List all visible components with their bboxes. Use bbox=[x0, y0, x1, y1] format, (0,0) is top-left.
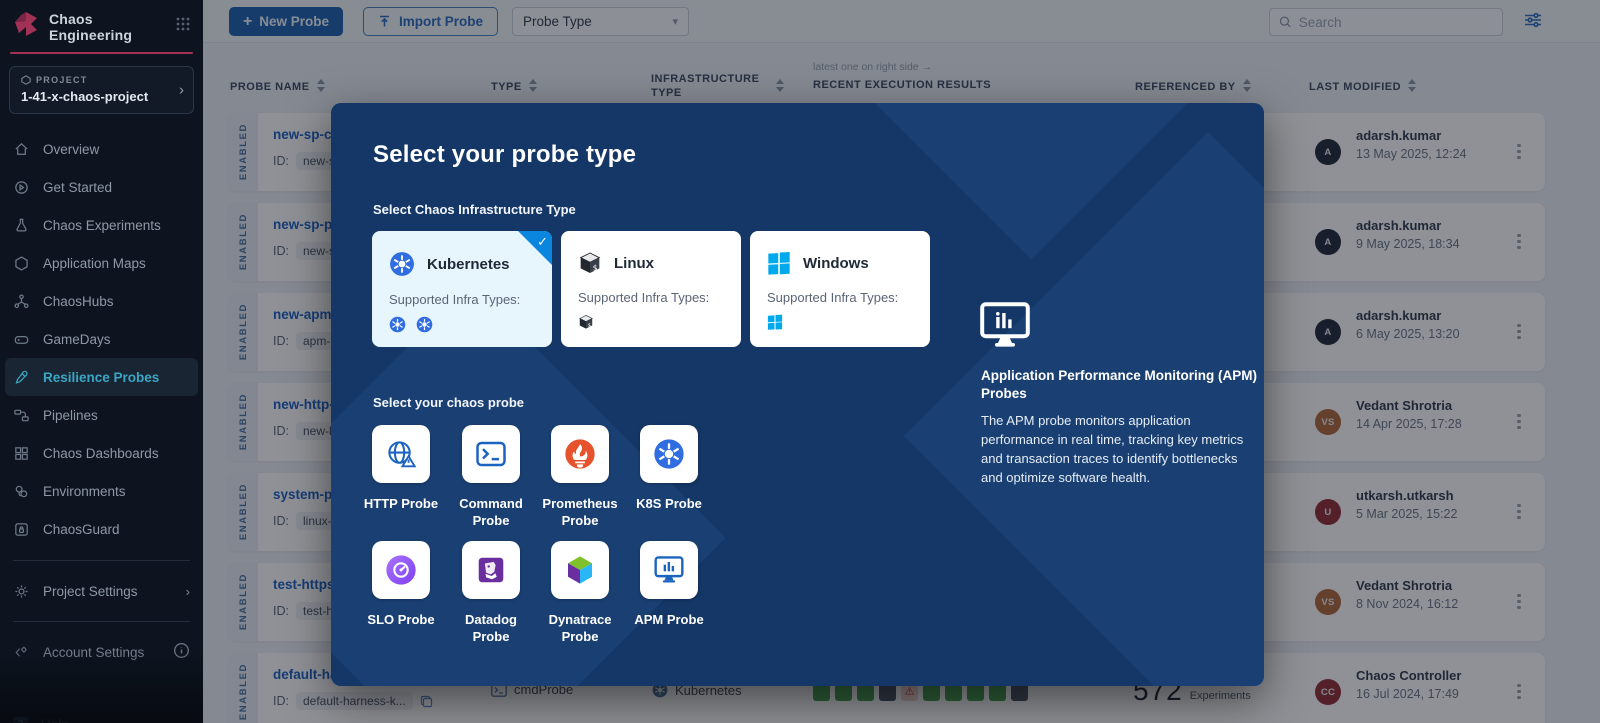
sidebar-item-environments[interactable]: Environments bbox=[0, 472, 203, 510]
prometheus-probe-icon bbox=[564, 438, 596, 470]
get-started-icon bbox=[13, 179, 30, 196]
account-gear-icon bbox=[13, 644, 30, 661]
gamepad-icon bbox=[13, 331, 30, 348]
probe-tile-label: Dynatrace Probe bbox=[541, 611, 619, 645]
brand-underline bbox=[10, 52, 193, 54]
supported-infra-icons bbox=[372, 307, 552, 333]
chevron-right-icon: › bbox=[179, 82, 184, 99]
sidebar-item-chaosguard[interactable]: ChaosGuard bbox=[0, 510, 203, 548]
linux-icon: $ bbox=[578, 251, 602, 275]
sidebar-item-application-maps[interactable]: Application Maps bbox=[0, 244, 203, 282]
probe-icon bbox=[13, 369, 30, 386]
infra-section-label: Select Chaos Infrastructure Type bbox=[373, 202, 576, 217]
sidebar-divider bbox=[13, 560, 190, 561]
kubernetes-icon bbox=[389, 251, 415, 277]
sidebar-item-chaos-experiments[interactable]: Chaos Experiments bbox=[0, 206, 203, 244]
flask-icon bbox=[13, 217, 30, 234]
environments-icon bbox=[13, 483, 30, 500]
probe-tile-label: Command Probe bbox=[452, 495, 530, 529]
probe-tile-label: Datadog Probe bbox=[452, 611, 530, 645]
hexagon-icon bbox=[13, 255, 30, 272]
supported-infra-icons: $ bbox=[561, 305, 741, 330]
svg-text:$: $ bbox=[588, 323, 591, 329]
probe-tile-prometheus[interactable] bbox=[551, 425, 609, 483]
apm-probe-icon bbox=[653, 555, 685, 585]
dynatrace-probe-icon bbox=[564, 554, 596, 586]
check-icon: ✓ bbox=[537, 234, 548, 250]
info-icon bbox=[173, 642, 190, 662]
modal-title: Select your probe type bbox=[373, 141, 636, 169]
sidebar-header: Chaos Engineering bbox=[0, 0, 203, 51]
sidebar-divider bbox=[13, 621, 190, 622]
sidebar-nav: Overview Get Started Chaos Experiments A… bbox=[0, 130, 203, 548]
project-selector[interactable]: PROJECT 1-41-x-chaos-project › bbox=[9, 66, 194, 114]
linux-icon: $ bbox=[578, 314, 594, 330]
sidebar-item-account-settings[interactable]: Account Settings bbox=[0, 634, 203, 670]
probe-tile-command[interactable] bbox=[462, 425, 520, 483]
project-label: PROJECT bbox=[36, 75, 88, 85]
sidebar-item-chaos-dashboards[interactable]: Chaos Dashboards bbox=[0, 434, 203, 472]
probe-tile-slo[interactable] bbox=[372, 541, 430, 599]
probe-tile-datadog[interactable] bbox=[462, 541, 520, 599]
hub-icon bbox=[13, 293, 30, 310]
probe-tile-apm[interactable] bbox=[640, 541, 698, 599]
apm-info-description: The APM probe monitors application perfo… bbox=[981, 411, 1259, 487]
supported-infra-icons bbox=[750, 305, 930, 330]
sidebar-item-get-started[interactable]: Get Started bbox=[0, 168, 203, 206]
gear-icon bbox=[13, 583, 30, 600]
home-icon bbox=[13, 141, 30, 158]
probe-tile-http[interactable] bbox=[372, 425, 430, 483]
pipelines-icon bbox=[13, 407, 30, 424]
infra-card-kubernetes[interactable]: ✓ Kubernetes Supported Infra Types: bbox=[372, 231, 552, 347]
sidebar-item-project-settings[interactable]: Project Settings › bbox=[0, 573, 203, 609]
kubernetes-icon bbox=[653, 438, 685, 470]
app-window: Chaos Engineering PROJECT 1-41-x-chaos-p… bbox=[0, 0, 1600, 723]
dashboard-icon bbox=[13, 445, 30, 462]
project-icon bbox=[21, 75, 31, 85]
app-grid-icon[interactable] bbox=[175, 16, 191, 37]
svg-text:$: $ bbox=[593, 263, 598, 272]
sidebar: Chaos Engineering PROJECT 1-41-x-chaos-p… bbox=[0, 0, 203, 723]
lock-icon bbox=[13, 521, 30, 538]
windows-icon bbox=[767, 251, 791, 275]
sidebar-item-gamedays[interactable]: GameDays bbox=[0, 320, 203, 358]
apm-info-title: Application Performance Monitoring (APM)… bbox=[981, 367, 1259, 403]
probe-tile-label: K8S Probe bbox=[630, 495, 708, 512]
slo-probe-icon bbox=[385, 554, 417, 586]
probe-tile-label: Prometheus Probe bbox=[541, 495, 619, 529]
chevron-right-icon: › bbox=[186, 584, 190, 599]
infra-card-windows[interactable]: Windows Supported Infra Types: bbox=[750, 231, 930, 347]
decorative-diamond bbox=[904, 132, 1264, 686]
http-probe-icon bbox=[385, 439, 417, 469]
sidebar-item-pipelines[interactable]: Pipelines bbox=[0, 396, 203, 434]
sidebar-item-help[interactable]: ? Help bbox=[0, 706, 203, 723]
project-name: 1-41-x-chaos-project bbox=[21, 89, 167, 104]
probe-tile-label: HTTP Probe bbox=[362, 495, 440, 512]
probe-tile-label: APM Probe bbox=[630, 611, 708, 628]
chaos-logo-icon bbox=[12, 10, 40, 43]
probe-section-label: Select your chaos probe bbox=[373, 395, 524, 410]
sidebar-item-chaoshubs[interactable]: ChaosHubs bbox=[0, 282, 203, 320]
sidebar-item-resilience-probes[interactable]: Resilience Probes bbox=[5, 358, 198, 396]
apm-monitor-icon bbox=[979, 301, 1031, 354]
select-probe-type-modal: Select your probe type Select Chaos Infr… bbox=[331, 103, 1264, 686]
app-title: Chaos Engineering bbox=[49, 11, 166, 43]
kubernetes-icon bbox=[416, 316, 433, 333]
probe-tile-k8s[interactable] bbox=[640, 425, 698, 483]
probe-tile-dynatrace[interactable] bbox=[551, 541, 609, 599]
probe-tile-label: SLO Probe bbox=[362, 611, 440, 628]
help-icon: ? bbox=[13, 717, 28, 723]
command-probe-icon bbox=[476, 441, 506, 467]
infra-card-linux[interactable]: $ Linux Supported Infra Types: $ bbox=[561, 231, 741, 347]
project-label-row: PROJECT bbox=[21, 75, 167, 85]
kubernetes-icon bbox=[389, 316, 406, 333]
datadog-probe-icon bbox=[476, 555, 506, 585]
windows-icon bbox=[767, 314, 783, 330]
sidebar-item-overview[interactable]: Overview bbox=[0, 130, 203, 168]
